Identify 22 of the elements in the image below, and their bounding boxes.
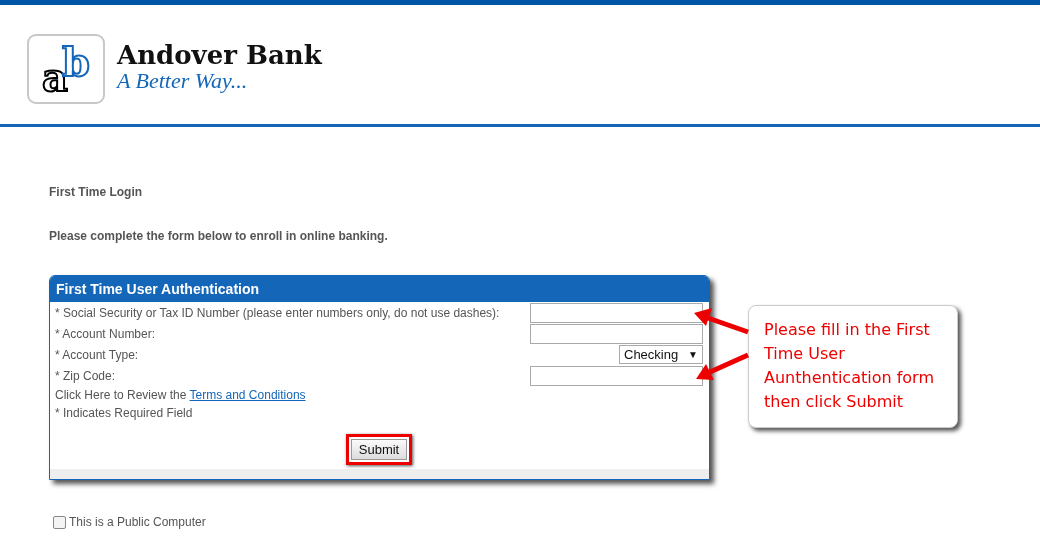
text-field[interactable] [530,323,703,344]
bank-tagline: A Better Way... [117,68,249,93]
text-field[interactable] [530,302,703,323]
field-label: * Account Number: [55,326,156,341]
intro-text: Please complete the form below to enroll in online banking. [49,229,389,243]
arrow [696,352,749,380]
account-type-dropdown[interactable]: Checking ▼ [619,345,703,364]
page-heading: First Time Login [49,185,144,199]
terms-link[interactable]: Terms and Conditions [189,388,306,402]
terms-text: Click Here to Review the Terms and Conditions [55,387,307,404]
required-note: * Indicates Required Field [55,405,194,422]
text-field[interactable] [530,365,703,386]
panel-title: First Time User Authentication [50,276,709,302]
checkbox[interactable] [53,515,66,529]
field-label: * Social Security or Tax ID Number (please enter numbers only, do not use dashes): [55,305,500,320]
submit-button[interactable]: Submit [350,439,408,460]
bank-name: Andover Bank [117,40,322,69]
checkbox-label: This is a Public Computer [69,515,206,529]
callout-note: Please fill in the First Time User Aunthentication form then click Submit [748,305,958,428]
field-label: * Account Type: [55,347,139,362]
arrow [694,308,749,335]
field-label: * Zip Code: [55,368,116,383]
